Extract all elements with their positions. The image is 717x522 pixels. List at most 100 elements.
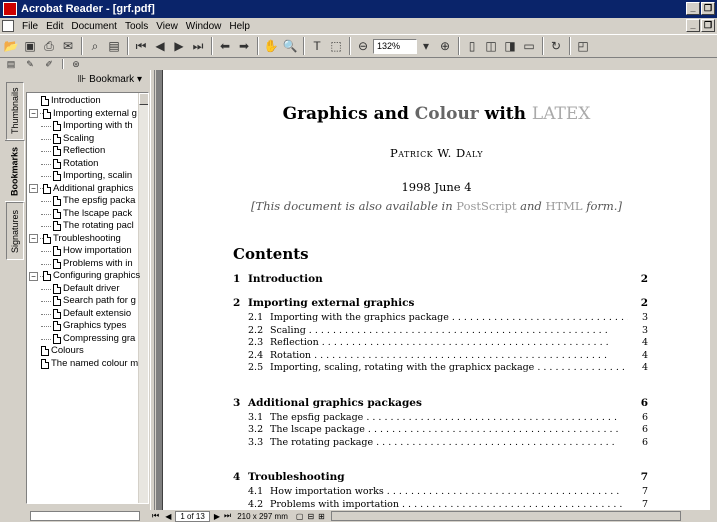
toc-subsection[interactable]: 2.1 Importing with the graphics package .… — [248, 312, 648, 323]
bookmark-item[interactable]: The lscape pack — [41, 208, 132, 220]
web-capture-icon[interactable]: ◰ — [574, 37, 592, 55]
menu-help[interactable]: Help — [225, 21, 254, 32]
toc-subsection[interactable]: 3.3 The rotating package . . . . . . . . … — [248, 437, 648, 448]
save-icon[interactable]: ▣ — [21, 37, 39, 55]
last-page-icon[interactable]: ⏭ — [189, 37, 207, 55]
first-page-status-icon[interactable]: ⏮ — [152, 511, 159, 521]
bookmark-item[interactable]: Importing, scalin — [41, 170, 132, 182]
open-icon[interactable]: 📂 — [2, 37, 20, 55]
toc-subsection[interactable]: 4.1 How importation works . . . . . . . .… — [248, 486, 648, 497]
toc-subsection[interactable]: 2.4 Rotation . . . . . . . . . . . . . . … — [248, 350, 648, 361]
bookmark-menu-button[interactable]: ⊪ Bookmark ▾ — [26, 74, 148, 90]
toc-subsection[interactable]: 2.2 Scaling . . . . . . . . . . . . . . .… — [248, 325, 648, 336]
document-horizontal-scrollbar[interactable] — [330, 511, 681, 521]
menu-tools[interactable]: Tools — [121, 21, 152, 32]
single-page-icon[interactable]: ▢ — [296, 512, 304, 521]
bookmark-item[interactable]: Rotation — [41, 158, 98, 170]
bookmark-item[interactable]: The rotating pacl — [41, 220, 134, 232]
email-icon[interactable]: ✉ — [59, 37, 77, 55]
toc-section[interactable]: 4 Troubleshooting 7 — [233, 471, 648, 483]
tab-bookmarks[interactable]: Bookmarks — [5, 140, 25, 202]
show-navpane-icon[interactable]: ▤ — [105, 37, 123, 55]
bookmark-item[interactable]: Colours — [41, 345, 84, 357]
menu-file[interactable]: File — [18, 21, 42, 32]
minimize-button[interactable]: _ — [686, 2, 700, 15]
toc-section[interactable]: 3 Additional graphics packages 6 — [233, 397, 648, 409]
bookmark-item[interactable]: Default extensio — [41, 308, 131, 320]
menu-view[interactable]: View — [152, 21, 182, 32]
bookmark-item[interactable]: − Importing external g — [29, 108, 137, 120]
bookmark-item[interactable]: − Configuring graphics — [29, 270, 140, 282]
zoom-in-icon[interactable]: ⊕ — [436, 37, 454, 55]
document-vertical-scrollbar[interactable] — [709, 70, 717, 510]
menu-edit[interactable]: Edit — [42, 21, 67, 32]
first-page-icon[interactable]: ⏮ — [132, 37, 150, 55]
prev-page-status-icon[interactable]: ◀ — [165, 512, 171, 521]
toc-section[interactable]: 2 Importing external graphics 2 — [233, 297, 648, 309]
actual-size-icon[interactable]: ▯ — [463, 37, 481, 55]
continuous-icon[interactable]: ⊟ — [307, 512, 314, 521]
note-tool-icon[interactable]: ▤ — [2, 58, 20, 70]
rotate-icon[interactable]: ↻ — [547, 37, 565, 55]
bookmark-item[interactable]: Problems with in — [41, 258, 133, 270]
zoom-out-icon[interactable]: ⊖ — [354, 37, 372, 55]
zoom-level-field[interactable]: 132% — [373, 38, 417, 54]
bookmark-item[interactable]: Default driver — [41, 283, 120, 295]
bookmark-item[interactable]: Search path for g — [41, 295, 136, 307]
fit-page-icon[interactable]: ◫ — [482, 37, 500, 55]
tab-signatures[interactable]: Signatures — [6, 202, 24, 260]
bookmark-item[interactable]: Introduction — [41, 95, 101, 107]
toc-subsection[interactable]: 3.1 The epsfig package . . . . . . . . . … — [248, 412, 648, 423]
doc-minimize-button[interactable]: _ — [686, 19, 700, 32]
collapse-icon[interactable]: − — [29, 109, 38, 118]
restore-button[interactable]: ❐ — [701, 2, 715, 15]
find-icon[interactable]: ⌕ — [86, 37, 104, 55]
toc-subsection[interactable]: 2.5 Importing, scaling, rotating with the… — [248, 362, 648, 373]
toc-subsection[interactable]: 2.3 Reflection . . . . . . . . . . . . . … — [248, 337, 648, 348]
bookmark-item[interactable]: Importing with th — [41, 120, 133, 132]
bookmark-item[interactable]: Graphics types — [41, 320, 126, 332]
reflow-icon[interactable]: ▭ — [520, 37, 538, 55]
next-page-status-icon[interactable]: ▶ — [214, 512, 220, 521]
postscript-link[interactable]: PostScript — [456, 199, 516, 213]
toc-subsection[interactable]: 4.2 Problems with importation . . . . . .… — [248, 499, 648, 510]
pencil-tool-icon[interactable]: ✎ — [21, 58, 39, 70]
highlight-tool-icon[interactable]: ✐ — [40, 58, 58, 70]
next-page-icon[interactable]: ▶ — [170, 37, 188, 55]
html-link[interactable]: HTML — [545, 199, 582, 213]
bookmark-item[interactable]: Reflection — [41, 145, 105, 157]
collapse-icon[interactable]: − — [29, 234, 38, 243]
last-page-status-icon[interactable]: ⏭ — [224, 511, 231, 521]
nav-pane-horizontal-scrollbar[interactable] — [30, 511, 140, 521]
collapse-icon[interactable]: − — [29, 271, 38, 281]
menu-window[interactable]: Window — [182, 21, 226, 32]
page-number-field[interactable]: 1 of 13 — [175, 510, 210, 522]
text-select-icon[interactable]: T — [308, 37, 326, 55]
doc-restore-button[interactable]: ❐ — [701, 19, 715, 32]
fit-width-icon[interactable]: ◨ — [501, 37, 519, 55]
bookmark-scroll-thumb[interactable] — [139, 93, 148, 105]
bookmark-item[interactable]: Compressing gra — [41, 333, 135, 345]
graphics-select-icon[interactable]: ⬚ — [327, 37, 345, 55]
collapse-icon[interactable]: − — [29, 184, 38, 193]
go-back-icon[interactable]: ⬅ — [216, 37, 234, 55]
prev-page-icon[interactable]: ◀ — [151, 37, 169, 55]
bookmark-item[interactable]: Scaling — [41, 133, 94, 145]
pane-splitter[interactable] — [150, 70, 155, 512]
bookmark-scrollbar[interactable] — [138, 93, 148, 503]
bookmark-item[interactable]: − Troubleshooting — [29, 233, 121, 245]
facing-icon[interactable]: ⊞ — [318, 512, 325, 521]
go-forward-icon[interactable]: ➡ — [235, 37, 253, 55]
bookmark-item[interactable]: How importation — [41, 245, 132, 257]
print-icon[interactable]: ⎙ — [40, 37, 58, 55]
menu-document[interactable]: Document — [67, 21, 121, 32]
web-link-icon[interactable]: ⊛ — [67, 58, 85, 70]
hand-tool-icon[interactable]: ✋ — [262, 37, 280, 55]
zoom-dropdown-icon[interactable]: ▾ — [417, 37, 435, 55]
bookmark-item[interactable]: − Additional graphics — [29, 183, 133, 195]
toc-subsection[interactable]: 3.2 The lscape package . . . . . . . . . … — [248, 424, 648, 435]
bookmark-item[interactable]: The epsfig packa — [41, 195, 135, 207]
toc-section[interactable]: 1 Introduction 2 — [233, 273, 648, 285]
zoom-tool-icon[interactable]: 🔍 — [281, 37, 299, 55]
tab-thumbnails[interactable]: Thumbnails — [6, 82, 24, 140]
